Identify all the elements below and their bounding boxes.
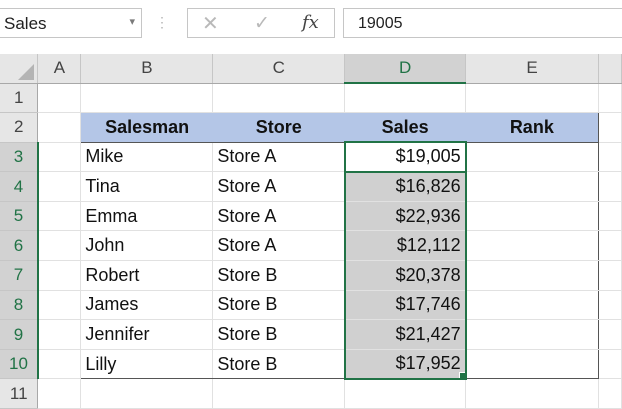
- cell[interactable]: [37, 290, 82, 321]
- sales-cell-active[interactable]: $19,005: [343, 141, 467, 173]
- store-cell[interactable]: Store B: [212, 290, 346, 321]
- cell[interactable]: [37, 230, 82, 262]
- row-header-6[interactable]: 6: [0, 230, 39, 262]
- row-header-3[interactable]: 3: [0, 142, 39, 173]
- insert-function-icon[interactable]: fx: [302, 12, 319, 33]
- salesman-cell[interactable]: Mike: [80, 142, 214, 173]
- store-cell[interactable]: Store A: [212, 230, 346, 262]
- rank-cell[interactable]: [465, 230, 599, 262]
- drag-handle-icon[interactable]: ⋮: [155, 14, 169, 31]
- row-header-5[interactable]: 5: [0, 201, 39, 232]
- sales-cell[interactable]: $17,952: [343, 349, 467, 380]
- column-header-a[interactable]: A: [37, 54, 82, 84]
- store-cell[interactable]: Store A: [212, 171, 346, 202]
- header-sales[interactable]: Sales: [344, 112, 466, 143]
- cell[interactable]: [344, 83, 467, 114]
- row-header-4[interactable]: 4: [0, 171, 39, 202]
- cell[interactable]: [598, 290, 622, 321]
- formula-buttons: ✕ ✓ fx: [187, 8, 335, 38]
- check-icon[interactable]: ✓: [254, 12, 270, 35]
- sales-cell[interactable]: $21,427: [343, 319, 467, 350]
- header-store[interactable]: Store: [212, 112, 345, 143]
- cell[interactable]: [598, 142, 622, 173]
- row-header-7[interactable]: 7: [0, 260, 39, 291]
- rank-cell[interactable]: [465, 142, 599, 173]
- cell[interactable]: [37, 349, 82, 380]
- cell[interactable]: [37, 260, 82, 291]
- column-header-d[interactable]: D: [344, 54, 467, 84]
- select-all-icon[interactable]: [18, 63, 35, 80]
- cell[interactable]: [37, 112, 82, 143]
- sales-cell[interactable]: $17,746: [343, 290, 467, 321]
- cell[interactable]: [598, 171, 622, 202]
- cell[interactable]: [344, 378, 467, 409]
- store-cell[interactable]: Store B: [212, 319, 346, 350]
- cell[interactable]: [598, 378, 622, 409]
- cell[interactable]: [37, 201, 82, 232]
- sales-cell[interactable]: $22,936: [343, 201, 467, 232]
- row-header-2[interactable]: 2: [0, 112, 39, 143]
- store-cell[interactable]: Store B: [212, 260, 346, 291]
- row-header-1[interactable]: 1: [0, 83, 39, 114]
- chevron-down-icon[interactable]: ▾: [129, 15, 135, 28]
- formula-value[interactable]: 19005: [358, 15, 403, 33]
- salesman-cell[interactable]: Emma: [80, 201, 214, 232]
- cell[interactable]: [37, 142, 82, 173]
- header-rank[interactable]: Rank: [465, 112, 599, 143]
- store-cell[interactable]: Store A: [212, 142, 346, 173]
- store-cell[interactable]: Store B: [212, 349, 346, 380]
- rank-cell[interactable]: [465, 319, 599, 350]
- salesman-cell[interactable]: Jennifer: [80, 319, 214, 350]
- name-box-value[interactable]: Sales: [4, 14, 47, 34]
- cell[interactable]: [37, 378, 82, 409]
- row-header-8[interactable]: 8: [0, 290, 39, 321]
- column-header-f[interactable]: [598, 54, 622, 84]
- cell[interactable]: [598, 201, 622, 232]
- cell[interactable]: [37, 171, 82, 202]
- salesman-cell[interactable]: Lilly: [80, 349, 214, 380]
- cell[interactable]: [465, 378, 599, 409]
- rank-cell[interactable]: [465, 171, 599, 202]
- fill-handle[interactable]: [458, 371, 464, 377]
- formula-bar: Sales ▾ ⋮ ✕ ✓ fx 19005: [0, 0, 622, 50]
- cell[interactable]: [37, 319, 82, 350]
- sales-cell[interactable]: $12,112: [343, 230, 467, 262]
- rank-cell[interactable]: [465, 201, 599, 232]
- cell[interactable]: [598, 319, 622, 350]
- cell[interactable]: [598, 83, 622, 114]
- column-header-c[interactable]: C: [212, 54, 346, 84]
- salesman-cell[interactable]: John: [80, 230, 214, 262]
- cell[interactable]: [598, 349, 622, 380]
- column-header-b[interactable]: B: [80, 54, 214, 84]
- column-header-e[interactable]: E: [465, 54, 599, 84]
- cell[interactable]: [80, 378, 214, 409]
- sales-cell-value[interactable]: $17,952: [396, 353, 461, 373]
- row-header-10[interactable]: 10: [0, 349, 39, 380]
- select-all-corner[interactable]: [0, 54, 39, 84]
- salesman-cell[interactable]: Robert: [80, 260, 214, 291]
- rank-cell[interactable]: [465, 349, 599, 380]
- cell[interactable]: [37, 83, 82, 114]
- cell[interactable]: [212, 378, 346, 409]
- salesman-cell[interactable]: Tina: [80, 171, 214, 202]
- rank-cell[interactable]: [465, 260, 599, 291]
- cell[interactable]: [598, 112, 622, 143]
- sales-cell[interactable]: $16,826: [343, 171, 467, 202]
- salesman-cell[interactable]: James: [80, 290, 214, 321]
- cancel-icon[interactable]: ✕: [202, 11, 219, 36]
- cell[interactable]: [212, 83, 346, 114]
- name-box[interactable]: Sales ▾: [0, 8, 142, 38]
- cell[interactable]: [598, 260, 622, 291]
- sales-cell[interactable]: $20,378: [343, 260, 467, 291]
- rank-cell[interactable]: [465, 290, 599, 321]
- cell[interactable]: [598, 230, 622, 262]
- formula-input[interactable]: 19005: [343, 8, 622, 38]
- spreadsheet-grid: A B C D E 1 2 Salesman Store Sales Rank …: [0, 54, 622, 409]
- header-salesman[interactable]: Salesman: [80, 112, 213, 143]
- cell[interactable]: [80, 83, 214, 114]
- cell[interactable]: [465, 83, 599, 114]
- row-header-9[interactable]: 9: [0, 319, 39, 350]
- row-header-11[interactable]: 11: [0, 378, 39, 409]
- store-cell[interactable]: Store A: [212, 201, 346, 232]
